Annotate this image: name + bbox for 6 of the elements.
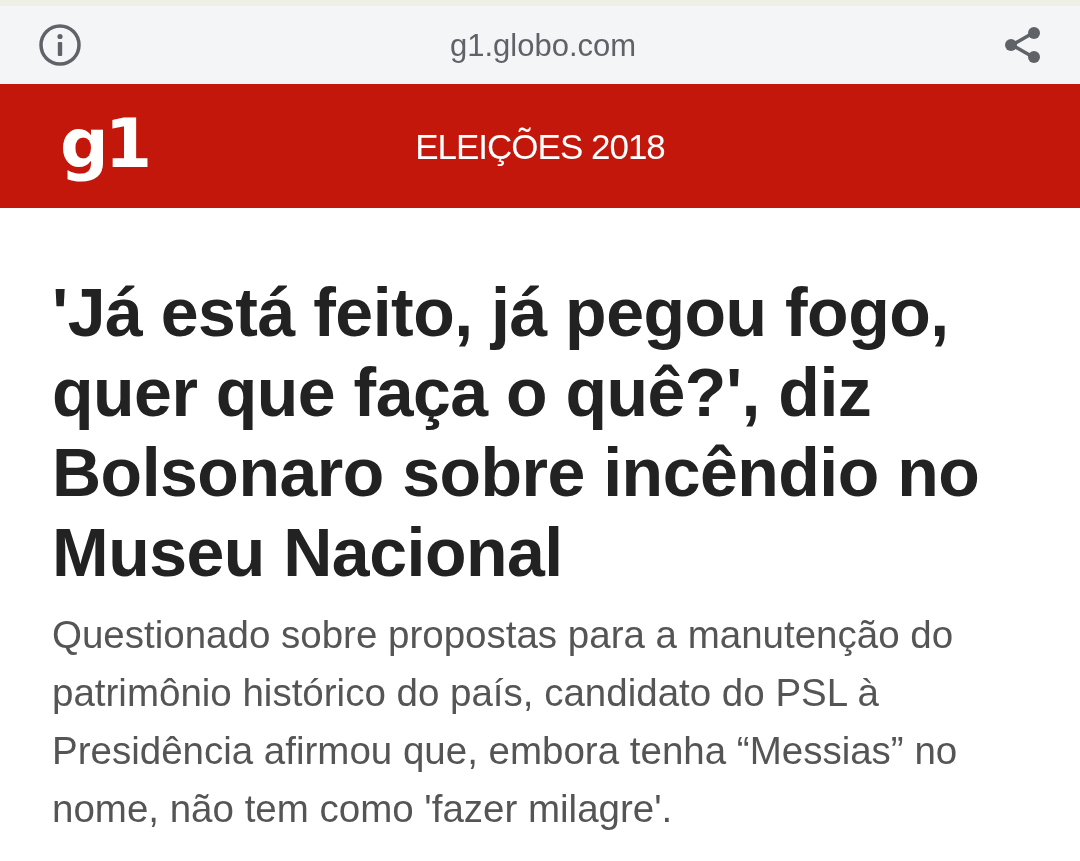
info-icon[interactable] xyxy=(38,23,82,67)
share-icon[interactable] xyxy=(1004,26,1042,64)
article-title: 'Já está feito, já pegou fogo, quer que faça o quê?', diz Bolsonaro sobre incêndio no Museu Nacional xyxy=(52,273,981,592)
url-text[interactable]: g1.globo.com xyxy=(449,29,637,61)
section-title: ELEIÇÕES 2018 xyxy=(415,128,665,164)
article-subtitle: Questionado sobre propostas para a manutenção do patrimônio histórico do país, candidato do PSL à Presidência afirmou que, embora tenha “Messias” no nome, não tem como 'fazer milagre'. xyxy=(52,612,959,832)
